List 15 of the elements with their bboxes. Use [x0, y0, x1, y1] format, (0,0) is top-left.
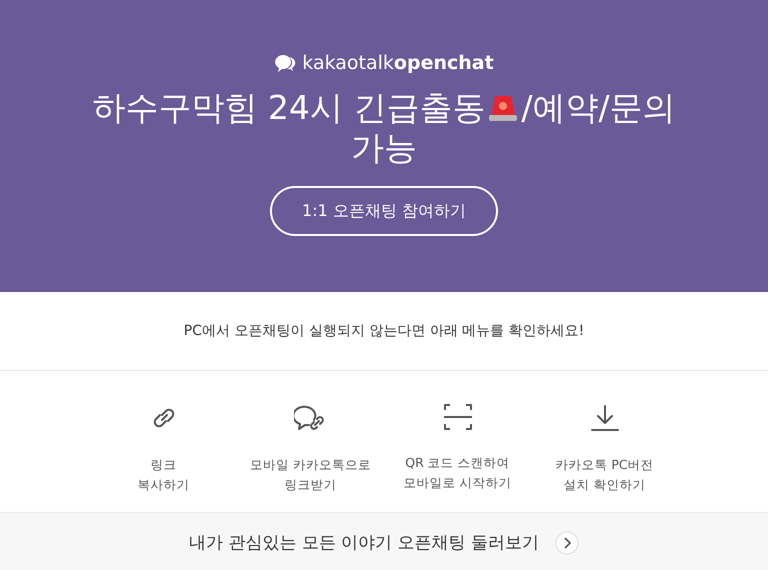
option-link[interactable]: 링크 복사하기 [138, 455, 190, 495]
qr-scan-icon [442, 403, 472, 431]
chat-bubbles-icon [274, 54, 296, 72]
chevron-right-icon[interactable] [555, 530, 580, 554]
browse-link[interactable]: 내가 관심있는 모든 이야기 오픈채팅 둘러보기 [188, 531, 540, 554]
option-link[interactable]: 모바일 카카오톡으로 링크받기 [250, 455, 371, 495]
title-text: 하수구막힘 24시 긴급출동 [92, 88, 486, 128]
join-chat-button[interactable]: 1:1 오픈채팅 참여하기 [270, 186, 498, 236]
option-link[interactable]: QR 코드 스캔하여 모바일로 시작하기 [404, 453, 512, 493]
title-text: /예약/문의 [521, 88, 676, 128]
logo: kakaotalkopenchat [302, 52, 494, 74]
download-icon [590, 403, 620, 433]
notice-text: PC에서 오픈채팅이 실행되지 않는다면 아래 메뉴를 확인하세요! [184, 322, 584, 340]
option-link[interactable]: 카카오톡 PC버전 설치 확인하기 [555, 455, 654, 495]
title-text: 가능 [350, 128, 417, 168]
